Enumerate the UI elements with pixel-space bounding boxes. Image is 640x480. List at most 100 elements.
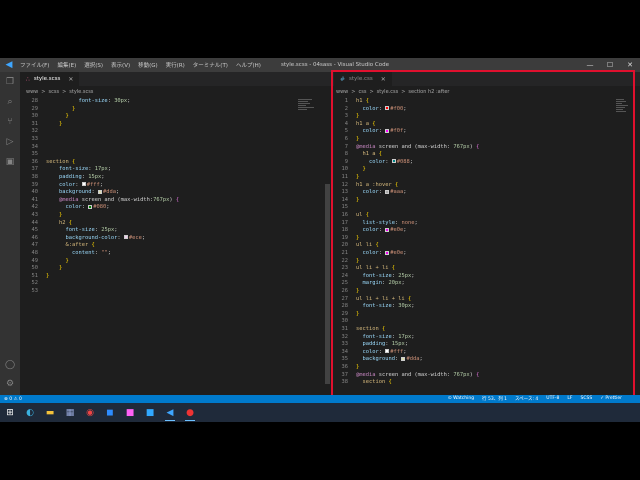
maximize-button[interactable]: ☐ xyxy=(600,58,620,72)
photos-icon[interactable]: ▦ xyxy=(60,403,80,422)
windows-start-icon[interactable]: ⊞ xyxy=(0,403,20,422)
close-window-button[interactable]: ✕ xyxy=(620,58,640,72)
code-line[interactable]: } xyxy=(356,288,359,294)
code-line[interactable]: &:after { xyxy=(46,242,94,248)
photoshop-icon[interactable]: ■ xyxy=(140,403,160,422)
code-line[interactable]: color: #fff; xyxy=(46,182,103,188)
code-line[interactable]: section { xyxy=(46,159,75,165)
code-line[interactable]: ul { xyxy=(356,212,369,218)
status-item[interactable]: スペース: 4 xyxy=(515,396,538,402)
tab-close-icon[interactable]: ✕ xyxy=(381,76,386,83)
status-item[interactable]: ✓ Prettier xyxy=(600,396,622,402)
status-item[interactable]: SCSS xyxy=(581,396,593,402)
code-line[interactable]: content: ""; xyxy=(46,250,111,256)
code-line[interactable]: color: #e0e; xyxy=(356,227,407,233)
code-line[interactable]: color: #f0f; xyxy=(356,128,407,134)
status-item[interactable]: UTF-8 xyxy=(546,396,559,402)
code-line[interactable]: section { xyxy=(356,379,392,385)
account-icon[interactable]: ◯ xyxy=(4,359,16,371)
code-line[interactable]: color: #fff; xyxy=(356,349,407,355)
problems-indicator[interactable]: ⊗ 0 ⚠ 0 xyxy=(4,397,22,402)
code-line[interactable]: } xyxy=(46,212,62,218)
code-line[interactable]: } xyxy=(46,113,68,119)
code-line[interactable]: list-style: none; xyxy=(356,220,418,226)
code-line[interactable]: font-size: 17px; xyxy=(356,334,415,340)
breadcrumb-item[interactable]: www xyxy=(336,89,348,95)
code-line[interactable]: padding: 15px; xyxy=(46,174,104,180)
breadcrumb-item[interactable]: www xyxy=(26,89,38,95)
code-line[interactable]: } xyxy=(46,273,49,279)
code-line[interactable]: } xyxy=(46,258,68,264)
code-line[interactable]: @media screen and (max-width: 767px) { xyxy=(356,144,479,150)
breadcrumb-item[interactable]: scss xyxy=(48,89,59,95)
status-item[interactable]: 行 53、列 1 xyxy=(482,396,507,402)
menu-item[interactable]: 表示(V) xyxy=(111,61,130,69)
vscode-icon[interactable]: ◀ xyxy=(160,403,180,422)
zoom-icon[interactable]: ◼ xyxy=(100,403,120,422)
code-line[interactable]: background: #dda; xyxy=(46,189,119,195)
code-line[interactable]: font-size: 30px; xyxy=(46,98,130,104)
breadcrumb-item[interactable]: section h2 :after xyxy=(408,89,449,95)
status-item[interactable]: ⊙ Watching xyxy=(448,396,474,402)
minimap[interactable] xyxy=(298,98,318,128)
minimize-button[interactable]: — xyxy=(580,58,600,72)
code-line[interactable]: margin: 20px; xyxy=(356,280,405,286)
code-line[interactable]: ul li + li + li { xyxy=(356,296,411,302)
source-control-icon[interactable]: ⑂ xyxy=(4,116,16,128)
code-line[interactable]: h1 { xyxy=(356,98,369,104)
code-line[interactable]: } xyxy=(46,265,62,271)
menu-item[interactable]: 編集(E) xyxy=(57,61,76,69)
breadcrumb-item[interactable]: style.css xyxy=(377,89,399,95)
code-line[interactable]: } xyxy=(356,136,359,142)
code-line[interactable]: background-color: #ece; xyxy=(46,235,145,241)
tab-style-scss[interactable]: ∴ style.scss ✕ xyxy=(20,72,80,86)
code-line[interactable]: section { xyxy=(356,326,385,332)
code-line[interactable]: font-size: 17px; xyxy=(46,166,111,172)
minimap[interactable] xyxy=(616,98,636,128)
chrome-icon[interactable]: ◉ xyxy=(80,403,100,422)
search-icon[interactable]: ⌕ xyxy=(4,96,16,108)
code-line[interactable]: h1 a { xyxy=(356,121,375,127)
settings-gear-icon[interactable]: ⚙ xyxy=(4,378,16,390)
code-line[interactable]: h1 a :hover { xyxy=(356,182,398,188)
code-line[interactable]: } xyxy=(356,258,359,264)
code-line[interactable]: color: #e0e; xyxy=(356,250,407,256)
edge-icon[interactable]: ◐ xyxy=(20,403,40,422)
code-line[interactable]: @media screen and (max-width: 767px) { xyxy=(356,372,479,378)
explorer-icon[interactable]: ❐ xyxy=(4,76,16,88)
code-line[interactable]: } xyxy=(356,113,359,119)
code-line[interactable]: padding: 15px; xyxy=(356,341,408,347)
code-line[interactable]: background: #dda; xyxy=(356,356,423,362)
code-line[interactable]: ul li { xyxy=(356,242,379,248)
app-icon[interactable]: ● xyxy=(180,403,200,422)
code-line[interactable]: } xyxy=(356,166,366,172)
menu-item[interactable]: 選択(S) xyxy=(84,61,103,69)
code-line[interactable]: } xyxy=(46,121,62,127)
menu-item[interactable]: 移動(G) xyxy=(138,61,158,69)
code-line[interactable]: color: #088; xyxy=(356,159,413,165)
code-line[interactable]: color: #f00; xyxy=(356,106,407,112)
tab-style-css[interactable]: # style.css ✕ xyxy=(334,72,392,86)
run-debug-icon[interactable]: ▷ xyxy=(4,136,16,148)
breadcrumb-item[interactable]: style.scss xyxy=(69,89,93,95)
code-line[interactable]: } xyxy=(356,311,359,317)
code-line[interactable]: h1 a { xyxy=(356,151,382,157)
code-line[interactable]: font-size: 25px; xyxy=(46,227,117,233)
menu-item[interactable]: ターミナル(T) xyxy=(193,61,228,69)
code-line[interactable]: } xyxy=(356,197,359,203)
code-line[interactable]: color: #080; xyxy=(46,204,109,210)
code-line[interactable]: ul li + li { xyxy=(356,265,395,271)
code-line[interactable]: @media screen and (max-width:767px) { xyxy=(46,197,179,203)
extensions-icon[interactable]: ▣ xyxy=(4,156,16,168)
code-line[interactable]: font-size: 30px; xyxy=(356,303,415,309)
menu-item[interactable]: ファイル(F) xyxy=(20,61,49,69)
breadcrumb-item[interactable]: css xyxy=(358,89,366,95)
code-line[interactable]: } xyxy=(356,235,359,241)
code-line[interactable]: font-size: 25px; xyxy=(356,273,415,279)
explorer-icon[interactable]: ▬ xyxy=(40,403,60,422)
status-item[interactable]: LF xyxy=(567,396,572,402)
tab-close-icon[interactable]: ✕ xyxy=(68,76,73,83)
menu-item[interactable]: 実行(R) xyxy=(166,61,185,69)
code-line[interactable]: } xyxy=(356,174,359,180)
code-line[interactable]: h2 { xyxy=(46,220,72,226)
